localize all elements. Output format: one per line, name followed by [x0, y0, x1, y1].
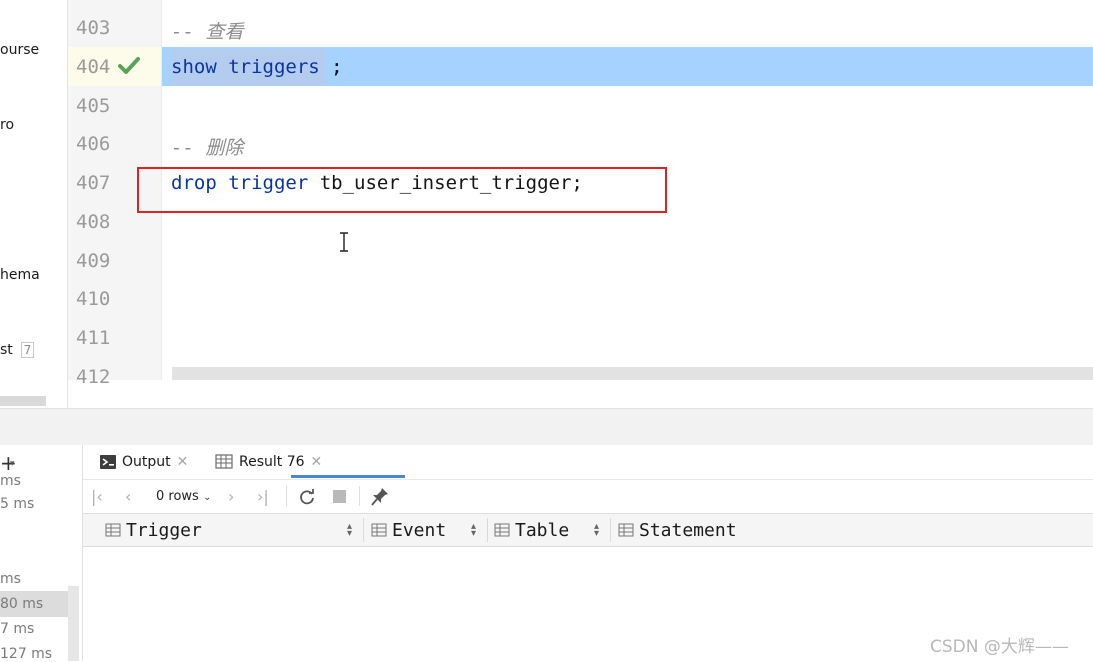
sort-icon[interactable]: ▴ ▾: [347, 522, 352, 539]
result-grid-header: Trigger ▴ ▾ Event ▴ ▾ Table ▴ ▾ Statement: [83, 513, 1093, 547]
tab-label: Output: [122, 453, 171, 470]
tree-item-label: ro: [0, 117, 15, 133]
line-number: 407: [76, 172, 111, 194]
execution-time: ms: [0, 473, 21, 489]
sort-icon[interactable]: ▴ ▾: [594, 522, 599, 539]
check-icon: [118, 57, 140, 74]
annotation-box: [137, 167, 667, 213]
column-icon: [105, 523, 121, 537]
column-header-trigger[interactable]: Trigger: [105, 514, 202, 546]
stop-icon[interactable]: [333, 490, 346, 503]
tree-item-pro[interactable]: ro: [0, 117, 14, 133]
keyword: triggers: [228, 56, 320, 78]
close-icon[interactable]: ✕: [177, 454, 189, 470]
line-number: 410: [76, 288, 111, 310]
tree-horizontal-scrollbar[interactable]: [0, 396, 46, 406]
tab-label: Result 76: [239, 453, 305, 470]
line-number: 412: [76, 366, 111, 388]
column-label: Trigger: [126, 519, 202, 541]
line-number: 409: [76, 250, 111, 272]
panel-divider[interactable]: [0, 408, 1093, 446]
column-icon: [618, 523, 634, 537]
chevron-down-icon: ⌄: [202, 492, 212, 503]
execution-time: 127 ms: [0, 646, 53, 662]
tab-result[interactable]: Result 76 ✕: [215, 445, 322, 478]
watermark: CSDN @大辉——: [930, 637, 1069, 657]
database-tree-panel[interactable]: ourse ro hema st 7: [0, 0, 68, 408]
keyword: show: [171, 56, 217, 78]
column-label: Statement: [639, 519, 737, 541]
line-number: 403: [76, 17, 111, 39]
column-header-event[interactable]: Event: [371, 514, 446, 546]
rows-count-dropdown[interactable]: 0 rows ⌄: [156, 489, 211, 504]
column-header-table[interactable]: Table: [494, 514, 569, 546]
execution-time: 5 ms: [0, 496, 35, 512]
close-icon[interactable]: ✕: [311, 454, 323, 470]
execution-time: ms: [0, 571, 21, 587]
column-icon: [371, 523, 387, 537]
last-page-icon[interactable]: ›|: [257, 487, 269, 506]
comment-prefix: --: [171, 137, 206, 159]
tree-item-label: hema: [0, 267, 40, 283]
code-line-404-overlay: show triggers ;: [171, 56, 343, 78]
comment-text: 删除: [205, 137, 244, 159]
prev-page-icon[interactable]: ‹: [125, 487, 131, 506]
chevron-down-icon[interactable]: ▾: [10, 459, 15, 469]
result-tabs: Output ✕ Result 76 ✕: [83, 445, 1093, 478]
editor-horizontal-scrollbar[interactable]: [172, 367, 1093, 380]
column-label: Event: [392, 519, 447, 541]
result-toolbar: |‹ ‹ 0 rows ⌄ › ›|: [83, 479, 1093, 514]
toolbar-separator: [286, 486, 287, 506]
line-number: 406: [76, 133, 111, 155]
line-number: 408: [76, 211, 111, 233]
pin-icon[interactable]: [371, 487, 389, 507]
execution-time: 80 ms: [0, 596, 44, 612]
table-grid-icon: [215, 454, 233, 469]
column-separator[interactable]: [363, 518, 364, 542]
line-number: 411: [76, 327, 111, 349]
execution-time: 7 ms: [0, 621, 35, 637]
tree-item-list[interactable]: st 7: [0, 342, 35, 358]
tree-item-schema[interactable]: hema: [0, 267, 40, 283]
text-cursor-icon: [340, 232, 348, 252]
active-tab-indicator: [291, 475, 405, 478]
column-separator[interactable]: [487, 518, 488, 542]
rows-count-label: 0 rows: [156, 489, 199, 504]
code-line-406: -- 删除: [171, 133, 243, 160]
tree-item-course[interactable]: ourse: [0, 42, 39, 58]
column-separator[interactable]: [610, 518, 611, 542]
toolbar-separator: [359, 486, 360, 506]
column-label: Table: [515, 519, 570, 541]
first-page-icon[interactable]: |‹: [91, 487, 103, 506]
tree-item-label: st: [0, 342, 13, 358]
line-number-current: 404: [76, 56, 111, 78]
column-header-statement[interactable]: Statement: [618, 514, 737, 546]
column-icon: [494, 523, 510, 537]
next-page-icon[interactable]: ›: [228, 487, 234, 506]
sort-icon[interactable]: ▴ ▾: [471, 522, 476, 539]
output-console-icon: [100, 454, 116, 469]
count-badge: 7: [20, 342, 35, 358]
code-line-403: -- 查看: [171, 17, 243, 44]
comment-prefix: --: [171, 21, 206, 43]
statement-tail: ;: [319, 56, 343, 78]
tree-item-label: ourse: [0, 42, 40, 58]
refresh-icon[interactable]: [298, 488, 316, 506]
line-number: 405: [76, 95, 111, 117]
tab-output[interactable]: Output ✕: [99, 445, 188, 478]
comment-text: 查看: [205, 21, 244, 43]
services-scrollbar[interactable]: [68, 586, 79, 661]
